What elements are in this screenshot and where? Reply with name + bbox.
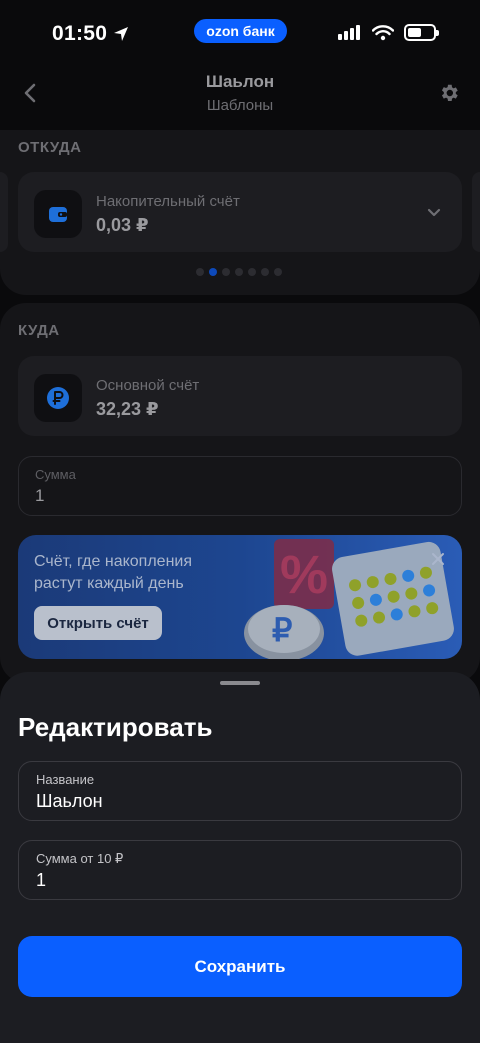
amount-field-label: Сумма bbox=[35, 467, 76, 482]
ruble-icon bbox=[34, 374, 82, 422]
prev-account-card-peek[interactable] bbox=[0, 172, 8, 252]
to-account-balance: 32,23 ₽ bbox=[96, 399, 159, 419]
battery-icon bbox=[404, 24, 439, 41]
to-account-card[interactable]: Основной счёт 32,23 ₽ bbox=[18, 356, 462, 436]
promo-illustration: % ₽ bbox=[244, 539, 454, 659]
carousel-dot[interactable] bbox=[196, 268, 204, 276]
sheet-amount-field[interactable]: Сумма от 10 ₽ 1 bbox=[18, 840, 462, 900]
status-bar: 01:50 ozon банк bbox=[0, 0, 480, 64]
close-icon[interactable] bbox=[430, 551, 446, 567]
from-account-name: Накопительный счёт bbox=[96, 193, 240, 210]
sheet-amount-field-value[interactable]: 1 bbox=[36, 870, 46, 891]
name-field[interactable]: Название Шаьлон bbox=[18, 761, 462, 821]
sheet-grabber[interactable] bbox=[220, 681, 260, 685]
wifi-icon bbox=[372, 24, 394, 40]
svg-text:₽: ₽ bbox=[272, 612, 292, 648]
carousel-dot[interactable] bbox=[274, 268, 282, 276]
page-title: Шаьлон bbox=[205, 72, 275, 91]
carousel-dot[interactable] bbox=[222, 268, 230, 276]
name-field-value[interactable]: Шаьлон bbox=[36, 791, 103, 812]
chevron-down-icon[interactable] bbox=[426, 204, 442, 220]
status-time-text: 01:50 bbox=[52, 22, 108, 45]
open-account-button[interactable]: Открыть счёт bbox=[34, 606, 162, 640]
from-section-label: ОТКУДА bbox=[18, 139, 82, 156]
carousel-dot[interactable] bbox=[235, 268, 243, 276]
cellular-signal-icon bbox=[338, 24, 360, 40]
carousel-dot[interactable] bbox=[248, 268, 256, 276]
status-time: 01:50 bbox=[52, 22, 129, 46]
from-account-card[interactable]: Накопительный счёт 0,03 ₽ bbox=[18, 172, 462, 252]
to-account-name: Основной счёт bbox=[96, 377, 200, 394]
to-section-label: КУДА bbox=[18, 322, 60, 339]
amount-field[interactable]: Сумма 1 bbox=[18, 456, 462, 516]
next-account-card-peek[interactable] bbox=[472, 172, 480, 252]
from-account-balance: 0,03 ₽ bbox=[96, 215, 149, 235]
system-icons bbox=[338, 24, 439, 41]
location-arrow-icon bbox=[114, 27, 129, 41]
amount-field-value: 1 bbox=[35, 486, 45, 505]
name-field-label: Название bbox=[36, 772, 95, 787]
carousel-dot[interactable] bbox=[209, 268, 217, 276]
sheet-title: Редактировать bbox=[18, 712, 213, 742]
save-button[interactable]: Сохранить bbox=[18, 936, 462, 997]
page-subtitle: Шаблоны bbox=[206, 97, 274, 114]
promo-banner[interactable]: % ₽ Счёт, где накопления растут каждый д… bbox=[18, 535, 462, 659]
wallet-icon bbox=[34, 190, 82, 238]
sheet-amount-field-label: Сумма от 10 ₽ bbox=[36, 851, 124, 866]
promo-banner-text: Счёт, где накопления растут каждый день bbox=[34, 553, 192, 592]
app-pill[interactable]: ozon банк bbox=[194, 19, 287, 43]
carousel-page-indicator bbox=[196, 268, 282, 276]
carousel-dot[interactable] bbox=[261, 268, 269, 276]
edit-bottom-sheet: Редактировать Название Шаьлон Сумма от 1… bbox=[0, 672, 480, 1043]
gear-icon[interactable] bbox=[438, 82, 460, 104]
svg-text:%: % bbox=[280, 545, 328, 605]
